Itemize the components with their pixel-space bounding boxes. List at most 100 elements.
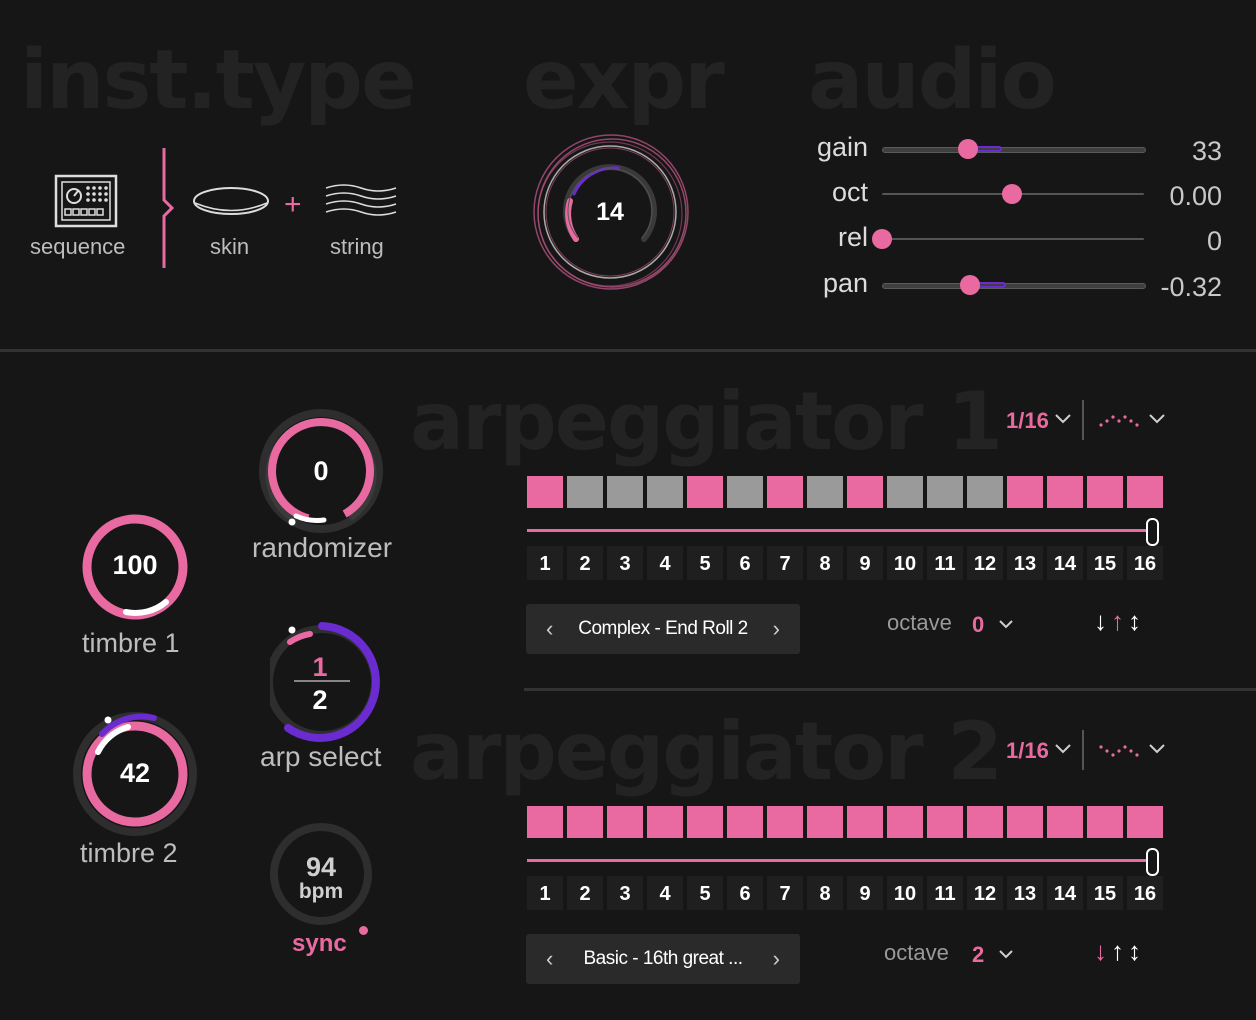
arp1-header-separator [1082,400,1084,440]
arp2-step-number-2: 2 [567,876,603,910]
arp1-step-16[interactable] [1127,476,1163,508]
arp1-step-10[interactable] [887,476,923,508]
arp2-rate-dropdown[interactable]: 1/16 [1006,738,1049,764]
timbre1-label: timbre 1 [82,628,180,658]
arp2-step-7[interactable] [767,806,803,838]
pan-value: -0.32 [1160,272,1222,302]
arp1-octave-chevron-icon[interactable] [998,614,1014,635]
arp1-step-number-5: 5 [687,546,723,580]
arp1-step-7[interactable] [767,476,803,508]
arp2-direction-updown-button[interactable]: ↕ [1128,936,1141,966]
arp2-step-8[interactable] [807,806,843,838]
arp1-rate-chevron-icon[interactable] [1054,408,1072,429]
arp2-step-5[interactable] [687,806,723,838]
arp1-steps [527,476,1163,508]
arp1-pattern-chevron-icon[interactable] [1148,408,1166,429]
rel-thumb[interactable] [872,229,892,249]
arp1-step-11[interactable] [927,476,963,508]
skin-button[interactable]: skin [190,182,272,266]
arp2-preset-selector: ‹ Basic - 16th great ... › [526,934,800,984]
arp1-step-8[interactable] [807,476,843,508]
timbre2-knob[interactable]: 42 [72,710,198,840]
sequence-button[interactable]: sequence [30,172,144,262]
arp1-octave-dropdown[interactable]: 0 [972,612,984,638]
arp1-step-6[interactable] [727,476,763,508]
arp2-octave-dropdown[interactable]: 2 [972,942,984,968]
arp1-step-3[interactable] [607,476,643,508]
tempo-knob[interactable]: 94 bpm [268,822,374,928]
arp1-direction-updown-button[interactable]: ↕ [1128,606,1141,636]
arp1-step-14[interactable] [1047,476,1083,508]
arp2-pattern-icon[interactable] [1098,742,1142,763]
gain-label: gain [816,132,868,162]
arp1-prev-preset-button[interactable]: ‹ [546,616,553,642]
arp2-step-13[interactable] [1007,806,1043,838]
oct-slider-row: oct 0.00 [800,173,1240,213]
arp2-step-number-6: 6 [727,876,763,910]
arp2-step-9[interactable] [847,806,883,838]
arp2-step-10[interactable] [887,806,923,838]
arp2-step-4[interactable] [647,806,683,838]
arp2-step-number-11: 11 [927,876,963,910]
arp1-rate-dropdown[interactable]: 1/16 [1006,408,1049,434]
arp2-direction-down-button[interactable]: ↓ [1094,936,1107,966]
arp2-octave-chevron-icon[interactable] [998,944,1014,965]
arp2-step-16[interactable] [1127,806,1163,838]
arp1-octave-label: octave [887,610,952,635]
section-title-inst-type: inst.type [20,33,417,128]
arp1-preset-name[interactable]: Complex - End Roll 2 [566,618,760,640]
arp2-preset-name[interactable]: Basic - 16th great ... [566,948,760,970]
instrument-divider-bracket [160,146,176,275]
arp1-step-15[interactable] [1087,476,1123,508]
arp2-step-number-8: 8 [807,876,843,910]
arp1-step-number-1: 1 [527,546,563,580]
arp2-step-14[interactable] [1047,806,1083,838]
rel-track[interactable] [882,238,1144,240]
arp2-step-12[interactable] [967,806,1003,838]
arp2-step-11[interactable] [927,806,963,838]
arp1-step-13[interactable] [1007,476,1043,508]
arp2-step-number-3: 3 [607,876,643,910]
sequence-label: sequence [30,234,126,259]
arp2-pattern-chevron-icon[interactable] [1148,738,1166,759]
arp1-direction-down-button[interactable]: ↓ [1094,606,1107,636]
arp1-step-number-10: 10 [887,546,923,580]
arp2-next-preset-button[interactable]: › [773,946,780,972]
arp2-direction-up-button[interactable]: ↑ [1111,936,1124,966]
timbre1-knob[interactable]: 100 [80,512,190,622]
arp1-next-preset-button[interactable]: › [773,616,780,642]
arp1-step-number-14: 14 [1047,546,1083,580]
arp1-step-4[interactable] [647,476,683,508]
skin-icon [193,187,269,215]
pan-track[interactable] [882,283,1146,289]
arp2-step-1[interactable] [527,806,563,838]
arp2-step-3[interactable] [607,806,643,838]
arp1-step-9[interactable] [847,476,883,508]
expr-knob[interactable]: 14 [532,130,692,300]
arp2-step-number-5: 5 [687,876,723,910]
arp2-direction: ↓ ↑ ↕ [1094,936,1145,967]
string-button[interactable]: string [322,182,402,266]
arp1-direction-up-button[interactable]: ↑ [1111,606,1124,636]
randomizer-value: 0 [313,456,329,486]
arp1-step-1[interactable] [527,476,563,508]
gain-thumb[interactable] [958,139,978,159]
arp2-length-handle[interactable] [1146,848,1159,876]
arp1-step-2[interactable] [567,476,603,508]
section-title-expr: expr [523,33,725,128]
randomizer-knob[interactable]: 0 [258,408,384,534]
arp1-step-12[interactable] [967,476,1003,508]
oct-thumb[interactable] [1002,184,1022,204]
arp2-rate-chevron-icon[interactable] [1054,738,1072,759]
pan-thumb[interactable] [960,275,980,295]
arp2-step-2[interactable] [567,806,603,838]
arp2-prev-preset-button[interactable]: ‹ [546,946,553,972]
arp1-pattern-icon[interactable] [1098,412,1142,433]
arp1-length-handle[interactable] [1146,518,1159,546]
arp2-step-6[interactable] [727,806,763,838]
arp1-step-5[interactable] [687,476,723,508]
gain-track[interactable] [882,147,1146,153]
arp-select-knob[interactable]: 1 2 [265,612,390,752]
arp2-step-15[interactable] [1087,806,1123,838]
sync-toggle[interactable]: sync [292,930,347,958]
